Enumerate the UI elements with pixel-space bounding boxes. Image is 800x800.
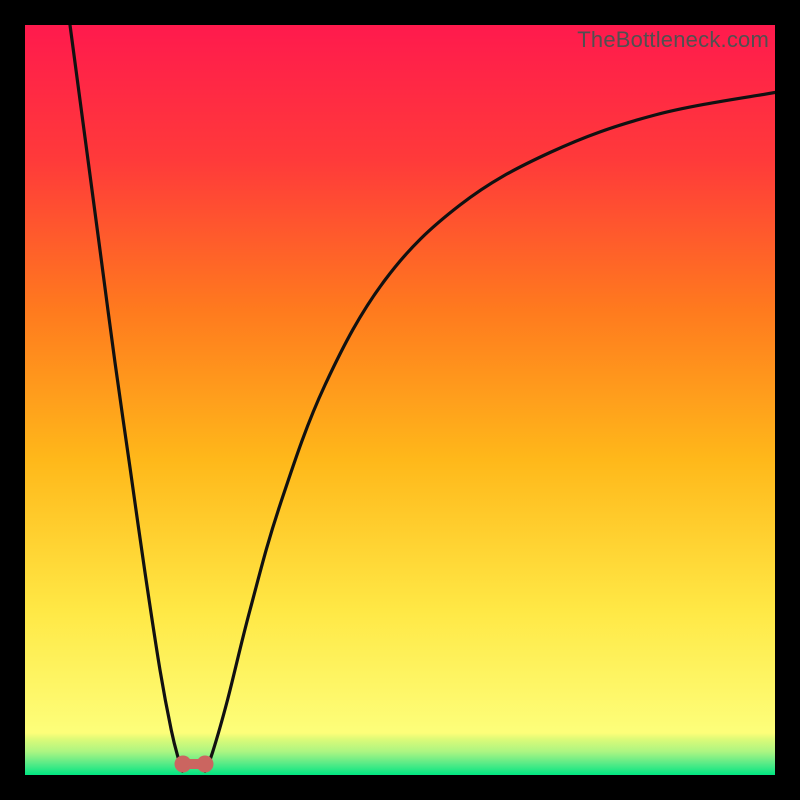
watermark-text: TheBottleneck.com [577, 27, 769, 53]
marker-left-foot [174, 755, 191, 772]
curve-left-branch [70, 25, 183, 771]
marker-right-foot [197, 755, 214, 772]
chart-frame: TheBottleneck.com [25, 25, 775, 775]
curve-right-branch [205, 93, 775, 772]
bottleneck-curve [25, 25, 775, 775]
